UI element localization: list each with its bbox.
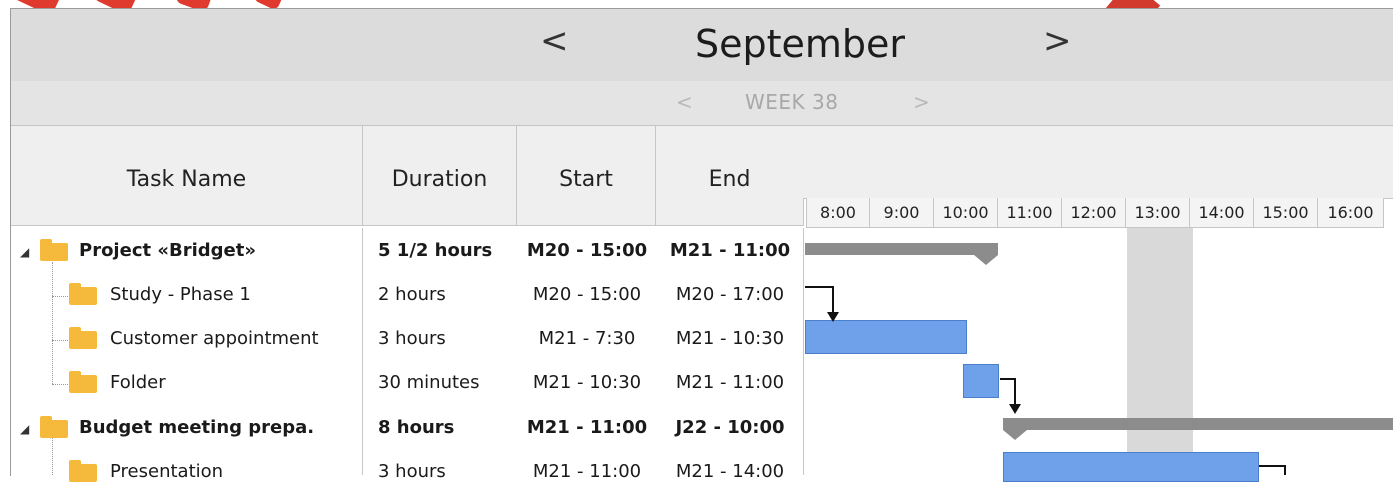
arrow-head [1009,404,1021,414]
dependency-arrow [1259,465,1286,475]
dependency-arrows [805,286,1286,475]
arrow-head [827,312,839,322]
